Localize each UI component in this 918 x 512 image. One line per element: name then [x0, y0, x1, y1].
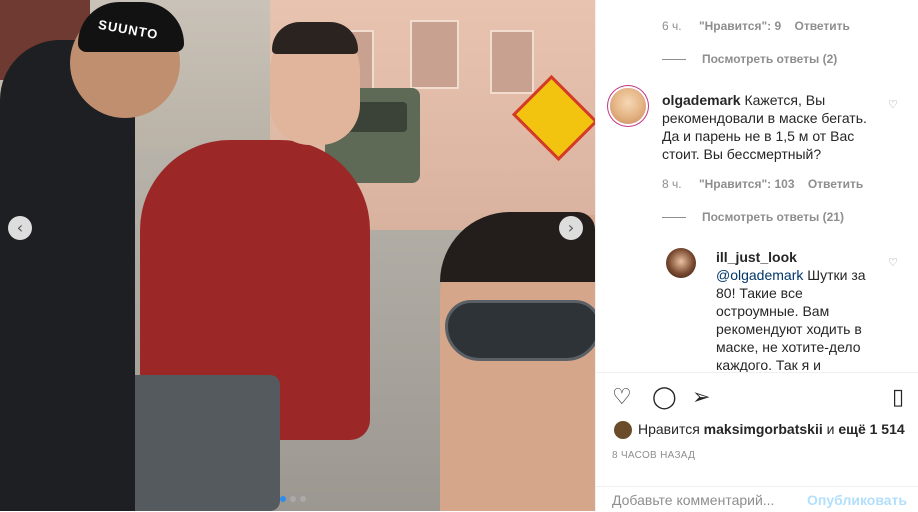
view-replies-label: Посмотреть ответы (2) — [702, 52, 838, 66]
avatar[interactable] — [610, 88, 646, 124]
comments-panel: 6 ч. "Нравится": 9 Ответить Посмотреть о… — [595, 0, 918, 511]
reply-username[interactable]: ill_just_look — [716, 248, 876, 266]
avatar[interactable] — [666, 248, 696, 278]
comment-text: olgademark Кажется, Вы рекомендовали в м… — [662, 91, 872, 163]
view-replies-label: Посмотреть ответы (21) — [702, 210, 844, 224]
beanie-hat: SUUNTO — [78, 2, 184, 52]
liker-username[interactable]: maksimgorbatskii — [704, 421, 823, 437]
window — [410, 20, 459, 89]
comment-input[interactable]: Добавьте комментарий... — [612, 492, 774, 508]
comment-meta: 8 ч. "Нравится": 103 Ответить — [662, 177, 863, 191]
comments-list[interactable]: 6 ч. "Нравится": 9 Ответить Посмотреть о… — [596, 0, 918, 372]
likes-and: и — [826, 421, 835, 437]
person-hair — [272, 22, 358, 54]
heart-icon[interactable]: ♡ — [888, 256, 898, 269]
likes-prefix: Нравится — [638, 421, 700, 437]
chevron-left-icon[interactable]: ‹ — [8, 216, 32, 240]
post-photo[interactable]: SUUNTO ‹ › — [0, 0, 595, 511]
comment-likes[interactable]: "Нравится": 9 — [699, 19, 781, 33]
window — [490, 30, 534, 94]
hat-logo-text: SUUNTO — [97, 16, 160, 43]
like-icon[interactable]: ♡ — [612, 387, 632, 409]
comment-time: 6 ч. — [662, 19, 682, 33]
reply-button[interactable]: Ответить — [808, 177, 863, 191]
comment-likes[interactable]: "Нравится": 103 — [699, 177, 795, 191]
likes-summary: Нравится maksimgorbatskii и ещё 1 514 — [614, 421, 905, 440]
reply-text: ill_just_look @olgademark Шутки за 80! Т… — [716, 248, 876, 372]
comment-username[interactable]: olgademark — [662, 92, 741, 108]
mention-link[interactable]: @olgademark — [716, 267, 803, 283]
sunglasses — [445, 300, 595, 361]
view-replies-button[interactable]: Посмотреть ответы (21) — [662, 210, 844, 224]
save-icon[interactable]: ▯ — [892, 387, 904, 409]
post-timestamp: 8 ЧАСОВ НАЗАД — [612, 450, 696, 461]
share-icon[interactable]: ➢ — [692, 387, 710, 409]
comment-meta: 6 ч. "Нравится": 9 Ответить — [662, 19, 850, 33]
likes-more[interactable]: ещё 1 514 — [838, 421, 904, 437]
post-button[interactable]: Опубликовать — [807, 492, 907, 508]
heart-icon[interactable]: ♡ — [888, 98, 898, 111]
comment-icon[interactable]: ◯ — [652, 387, 677, 409]
liker-avatar[interactable] — [614, 421, 632, 440]
comment-time: 8 ч. — [662, 177, 682, 191]
carousel-dots — [278, 489, 308, 507]
reply-button[interactable]: Ответить — [794, 19, 849, 33]
add-comment-bar: Добавьте комментарий... Опубликовать — [596, 486, 918, 512]
post-actions: ♡ ◯ ➢ ▯ Нравится maksimgorbatskii и ещё … — [596, 372, 918, 461]
chevron-right-icon[interactable]: › — [559, 216, 583, 240]
view-replies-button[interactable]: Посмотреть ответы (2) — [662, 52, 837, 66]
